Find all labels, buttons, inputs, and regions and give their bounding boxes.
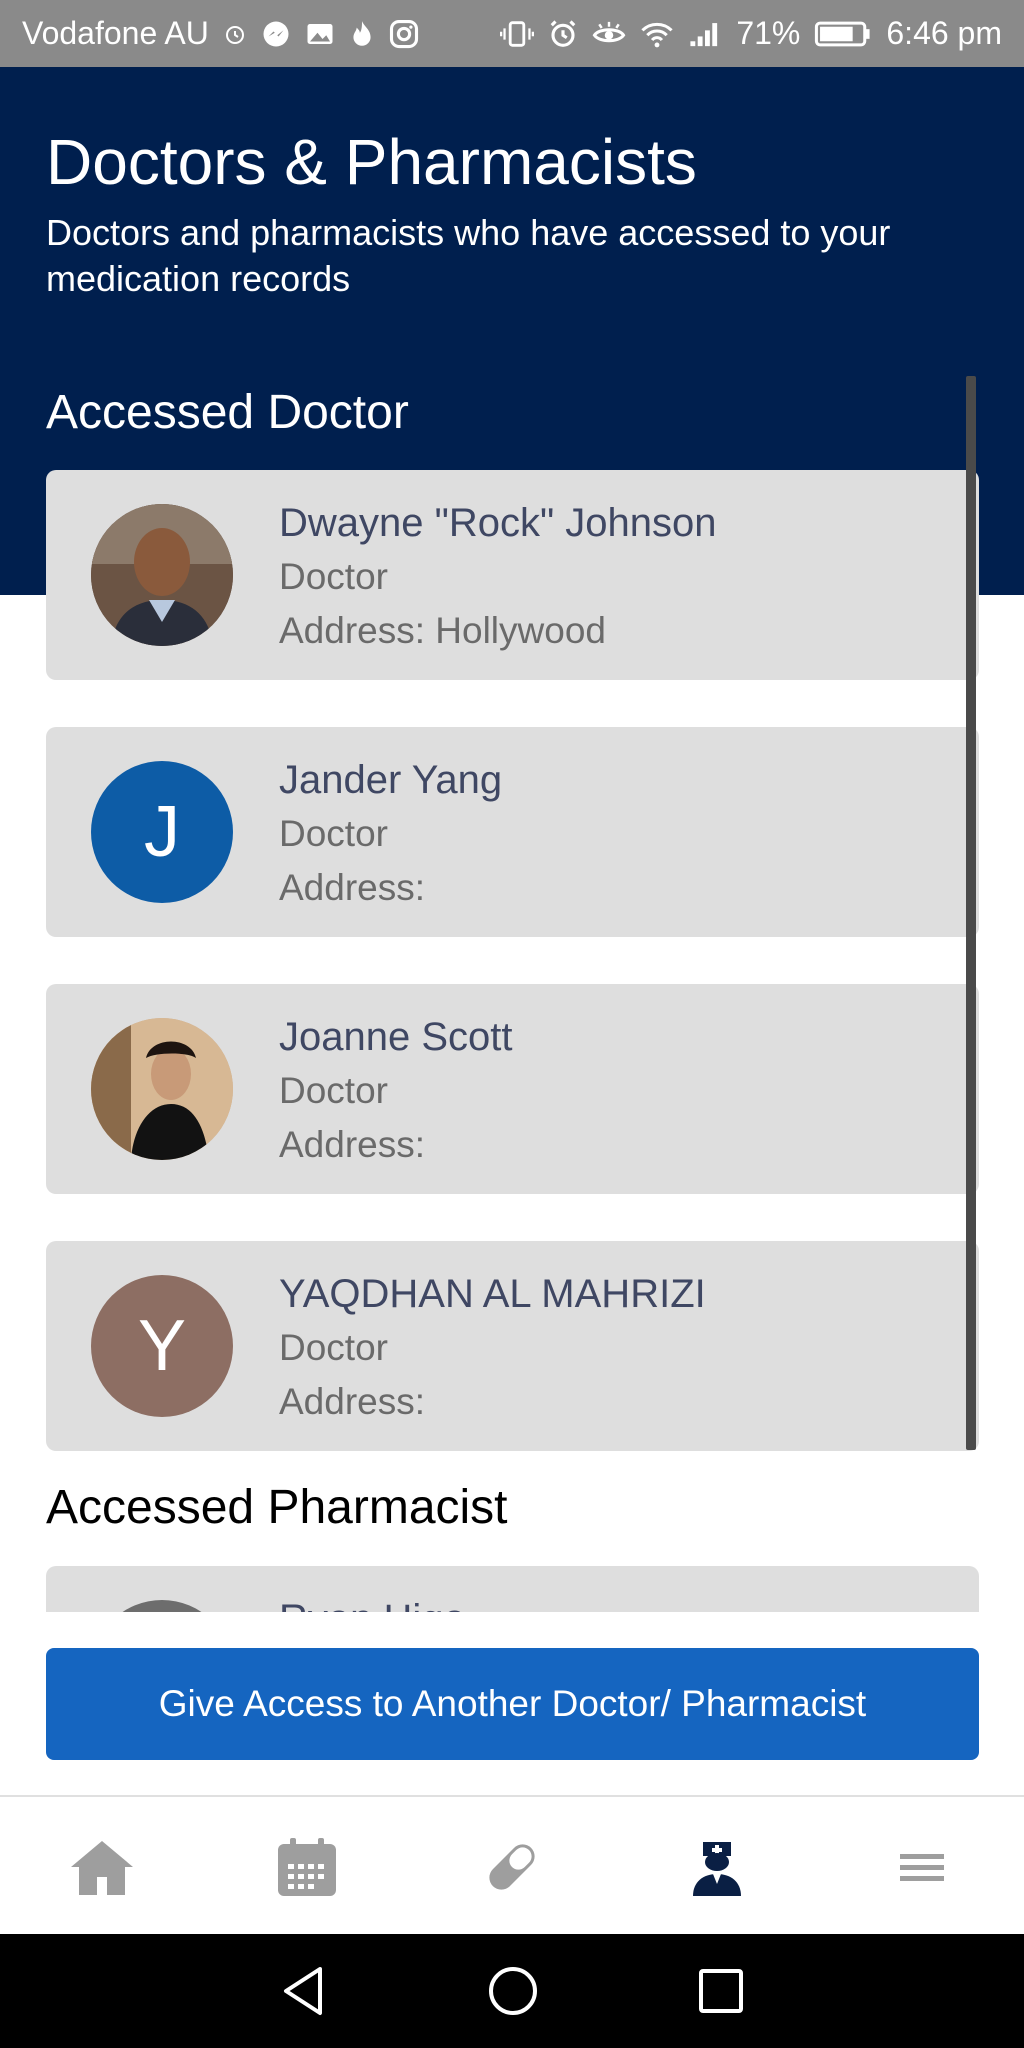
vibrate-icon <box>500 19 535 49</box>
doctor-name: Dwayne "Rock" Johnson <box>279 501 717 545</box>
carrier-label: Vodafone AU <box>22 15 209 51</box>
signal-icon <box>688 19 722 49</box>
alarm-clock-icon <box>548 19 578 49</box>
home-icon <box>71 1840 134 1895</box>
doctor-name: Joanne Scott <box>279 1015 513 1059</box>
doctor-card[interactable]: Joanne Scott Doctor Address: <box>46 984 979 1194</box>
doctor-avatar-initial: Y <box>91 1275 233 1417</box>
scrollbar[interactable] <box>966 376 976 1450</box>
pharmacist-name: Ryan Higa <box>279 1592 466 1612</box>
battery-percent: 71% <box>736 15 801 51</box>
nav-doctors[interactable] <box>657 1822 777 1912</box>
doctor-role: Doctor <box>279 813 388 854</box>
menu-icon <box>899 1853 944 1881</box>
eye-comfort-icon <box>592 19 626 49</box>
messenger-icon <box>261 19 291 49</box>
doctor-address: Address: <box>279 1124 426 1165</box>
nav-medications[interactable] <box>452 1822 572 1912</box>
doctor-role: Doctor <box>279 1070 388 1111</box>
android-navigation-bar <box>0 1934 1024 2048</box>
pharmacist-avatar-photo <box>91 1600 233 1612</box>
doctor-icon <box>692 1841 741 1896</box>
page-subtitle: Doctors and pharmacists who have accesse… <box>46 212 891 299</box>
doctor-card[interactable]: Dwayne "Rock" Johnson Doctor Address: Ho… <box>46 470 979 680</box>
gallery-icon <box>305 19 335 49</box>
nav-home[interactable] <box>42 1822 162 1912</box>
nav-menu[interactable] <box>862 1822 982 1912</box>
tinder-icon <box>349 19 375 49</box>
doctor-avatar-initial: J <box>91 761 233 903</box>
accessed-pharmacist-heading: Accessed Pharmacist <box>46 1481 508 1534</box>
doctor-avatar-photo <box>91 1018 233 1160</box>
pharmacist-card[interactable]: Ryan Higa <box>46 1566 979 1612</box>
doctor-card[interactable]: J Jander Yang Doctor Address: <box>46 727 979 937</box>
calendar-icon <box>278 1837 337 1896</box>
doctor-address: Address: <box>279 1381 426 1422</box>
bottom-navigation <box>0 1795 1024 1936</box>
doctor-address: Address: <box>279 867 426 908</box>
accessed-doctor-heading: Accessed Doctor <box>46 386 409 439</box>
doctor-avatar-photo <box>91 504 233 646</box>
recents-icon[interactable] <box>698 1968 744 2014</box>
doctor-name: YAQDHAN AL MAHRIZI <box>279 1272 706 1316</box>
nav-calendar[interactable] <box>247 1822 367 1912</box>
home-button-icon[interactable] <box>487 1965 539 2017</box>
battery-icon <box>814 19 872 49</box>
back-icon[interactable] <box>280 1965 328 2017</box>
give-access-button[interactable]: Give Access to Another Doctor/ Pharmacis… <box>46 1648 979 1760</box>
pill-icon <box>489 1843 535 1890</box>
doctor-role: Doctor <box>279 556 388 597</box>
status-bar: Vodafone AU 71% 6:46 pm <box>0 0 1024 67</box>
doctor-name: Jander Yang <box>279 758 503 802</box>
doctor-address: Address: Hollywood <box>279 610 606 651</box>
doctor-role: Doctor <box>279 1327 388 1368</box>
doctor-card[interactable]: Y YAQDHAN AL MAHRIZI Doctor Address: <box>46 1241 979 1451</box>
instagram-icon <box>389 19 419 49</box>
alarm-icon <box>223 22 247 46</box>
page-title: Doctors & Pharmacists <box>46 126 697 198</box>
wifi-icon <box>640 19 674 49</box>
clock: 6:46 pm <box>886 15 1002 51</box>
pharmacist-card-clip: Ryan Higa <box>46 1566 979 1612</box>
